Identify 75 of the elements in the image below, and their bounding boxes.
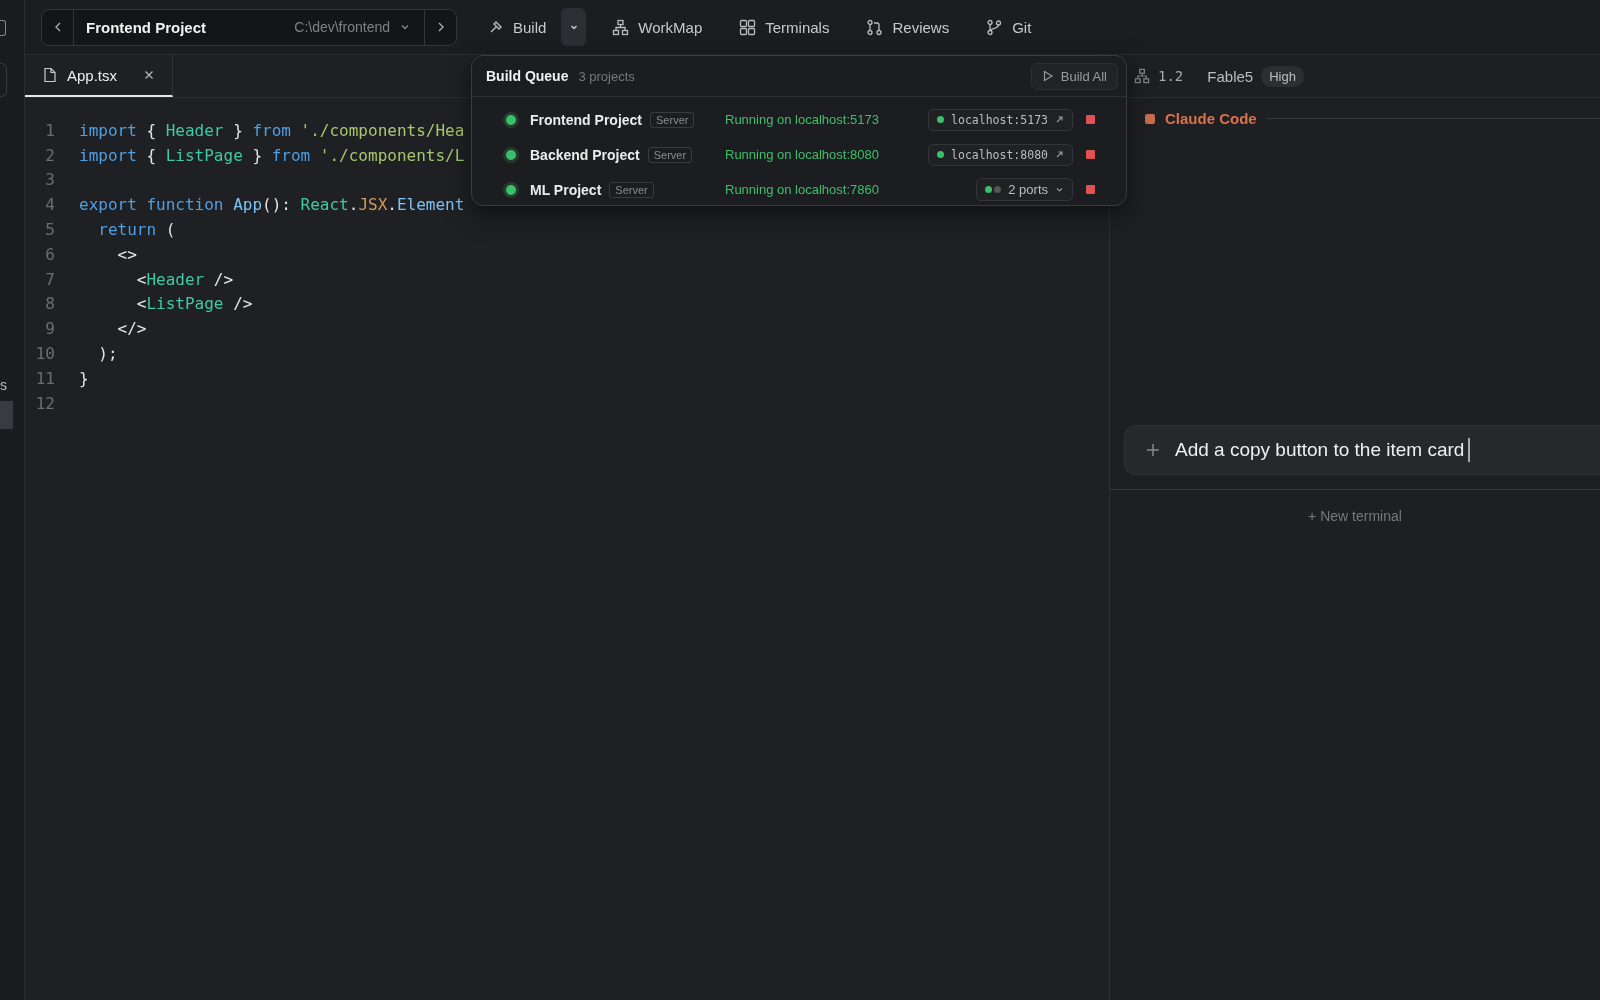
grid-icon: [739, 18, 757, 36]
chevron-down-icon: [1055, 185, 1064, 194]
file-icon: [43, 67, 57, 83]
chevron-down-icon: [400, 22, 410, 32]
code-line: import { ListPage } from './components/L: [79, 145, 465, 165]
toolbar-button[interactable]: Git: [977, 9, 1041, 45]
project-name: Frontend Project: [530, 111, 642, 128]
agent-icon: [1145, 113, 1155, 124]
new-terminal-button[interactable]: + New terminal: [1308, 508, 1402, 524]
project-name: Frontend Project: [85, 17, 207, 38]
line-number: 4: [44, 195, 55, 215]
model-name: Fable5: [1207, 67, 1254, 85]
text-cursor: [1468, 438, 1471, 462]
run-status: Running on localhost:7860: [725, 182, 880, 197]
line-number: 1: [44, 120, 55, 140]
code-line: <ListPage />: [135, 294, 253, 314]
line-number: 6: [44, 244, 55, 264]
pull-request-icon: [866, 18, 884, 36]
code-line: import { Header } from './components/Hea: [79, 120, 465, 140]
stop-button[interactable]: [1086, 150, 1095, 159]
code-line: );: [97, 344, 118, 364]
version-label: 1.2: [1158, 68, 1184, 84]
build-all-button[interactable]: Build All: [1030, 62, 1118, 90]
plus-icon[interactable]: [1145, 442, 1161, 458]
project-tag: Server: [609, 181, 654, 198]
build-button[interactable]: Build: [479, 9, 556, 45]
line-number: 11: [34, 368, 55, 388]
rail-icon[interactable]: [0, 20, 6, 36]
port-link[interactable]: localhost:8080: [928, 143, 1073, 166]
code-line: }: [79, 368, 89, 388]
close-icon[interactable]: [144, 70, 154, 80]
project-count: 3 projects: [578, 68, 635, 84]
project-name: Backend Project: [530, 146, 640, 163]
toolbar-button[interactable]: Reviews: [857, 9, 959, 45]
port-link[interactable]: localhost:5173: [928, 108, 1073, 131]
line-number: 3: [44, 170, 55, 190]
code-line: return (: [97, 220, 176, 240]
branch-icon: [986, 18, 1004, 36]
prompt-field[interactable]: Add a copy button to the item card: [1124, 425, 1600, 475]
toolbar-button[interactable]: Terminals: [730, 9, 839, 45]
play-icon: [1041, 70, 1054, 82]
stop-button[interactable]: [1086, 185, 1095, 194]
agent-name: Claude Code: [1165, 110, 1257, 127]
line-number: 10: [34, 344, 55, 364]
popup-title: Build Queue: [486, 68, 569, 84]
rail-button[interactable]: [0, 63, 7, 97]
hammer-icon: [488, 19, 504, 35]
line-number: 8: [44, 294, 55, 314]
ports-dropdown[interactable]: 2 ports: [976, 178, 1073, 201]
line-number: 12: [34, 393, 55, 413]
external-link-icon: [1055, 115, 1064, 124]
code-line: <Header />: [135, 269, 234, 289]
file-tab[interactable]: App.tsx: [25, 55, 173, 97]
code-line: </>: [116, 319, 147, 339]
project-tag: Server: [650, 111, 695, 128]
build-menu-button[interactable]: [561, 8, 587, 46]
line-number: 7: [44, 269, 55, 289]
project-path-dropdown[interactable]: C:\dev\frontend: [294, 9, 424, 45]
effort-badge: High: [1261, 65, 1304, 87]
run-status: Running on localhost:8080: [725, 147, 880, 162]
hierarchy-icon: [612, 18, 630, 36]
stop-button[interactable]: [1086, 115, 1095, 124]
toolbar-button[interactable]: WorkMap: [603, 9, 712, 45]
run-status: Running on localhost:5173: [725, 112, 880, 127]
code-line: export function App(): React.JSX.Element: [79, 195, 465, 215]
project-tag: Server: [647, 146, 693, 163]
line-number: 9: [44, 319, 55, 339]
line-number: 2: [44, 145, 55, 165]
hierarchy-icon: [1134, 68, 1150, 84]
line-number: 5: [44, 220, 55, 240]
project-name: ML Project: [530, 181, 602, 198]
external-link-icon: [1055, 150, 1064, 159]
code-line: <>: [116, 244, 137, 264]
sidebar-label: s: [0, 377, 7, 393]
sidebar-item[interactable]: [0, 401, 13, 429]
